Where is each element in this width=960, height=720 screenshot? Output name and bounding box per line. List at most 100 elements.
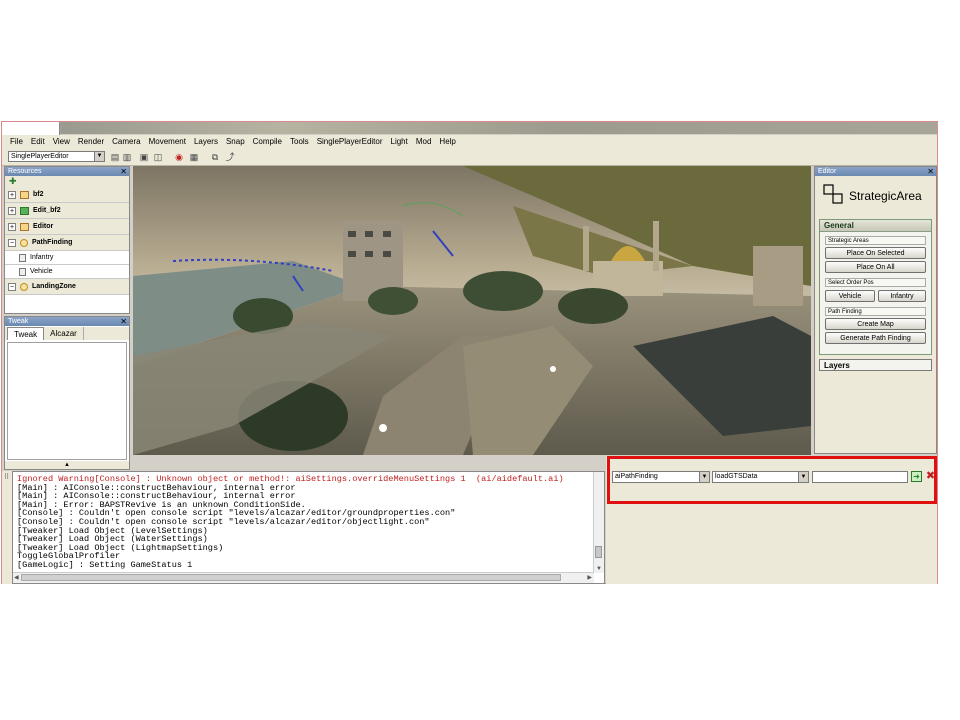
editor-mode-value: SinglePlayerEditor — [11, 153, 69, 160]
3d-viewport[interactable] — [133, 166, 811, 455]
console-line: [GameLogic] : Setting GameStatus 1 — [17, 559, 193, 570]
tree-item-label: PathFinding — [32, 239, 73, 246]
menu-snap[interactable]: Snap — [222, 135, 249, 149]
resources-panel-title: Resources — [8, 168, 42, 175]
expand-icon[interactable]: − — [8, 238, 16, 247]
path-finding-label: Path Finding — [825, 307, 926, 316]
menu-singleplayereditor[interactable]: SinglePlayerEditor — [313, 135, 387, 149]
resources-tree: ✚ + bf2 + Edit_bf2 + Editor − PathFinding Infant… — [5, 176, 129, 295]
console-gutter: ⠿ — [2, 471, 12, 584]
tree-item-vehicle[interactable]: Vehicle — [5, 265, 129, 279]
expand-icon[interactable]: − — [8, 282, 16, 291]
tree-item-label: Infantry — [30, 254, 54, 261]
editor-panel-header: Editor ✕ — [815, 167, 936, 176]
scroll-thumb[interactable] — [21, 574, 561, 581]
general-section: General Strategic Areas Place On Selecte… — [819, 219, 932, 355]
expand-icon[interactable]: + — [8, 222, 16, 231]
new-file-icon[interactable]: ▤ — [110, 152, 120, 162]
resources-tree-list: + bf2 + Edit_bf2 + Editor − PathFinding Infantry… — [5, 187, 129, 295]
menu-bar: File Edit View Render Camera Movement Layers Sn… — [2, 135, 937, 149]
menu-layers[interactable]: Layers — [190, 135, 222, 149]
place-on-all-button[interactable]: Place On All — [825, 261, 926, 273]
close-icon[interactable]: ✕ — [120, 167, 127, 176]
strategic-areas-label: Strategic Areas — [825, 236, 926, 245]
menu-mod[interactable]: Mod — [412, 135, 436, 149]
open-file-icon[interactable]: ▥ — [122, 152, 132, 162]
select-order-pos-label: Select Order Pos — [825, 278, 926, 287]
create-map-button[interactable]: Create Map — [825, 318, 926, 330]
tree-item-pathfinding[interactable]: − PathFinding — [5, 235, 129, 251]
console-output[interactable]: Ignored Warning[Console] : Unknown objec… — [12, 471, 605, 584]
transform-icon[interactable]: ⧉ — [210, 152, 220, 162]
menu-camera[interactable]: Camera — [108, 135, 144, 149]
console-horizontal-scrollbar[interactable]: ◀ ▶ — [13, 572, 594, 583]
tweak-panel: Tweak ✕ Tweak Alcazar ▲ — [4, 316, 130, 470]
tweak-tabs: Tweak Alcazar — [5, 327, 129, 340]
tweak-panel-header: Tweak ✕ — [5, 317, 129, 326]
tree-item-label: Edit_bf2 — [33, 207, 61, 214]
save-icon[interactable]: ▣ — [139, 152, 149, 162]
curve-icon[interactable]: ⤴ — [225, 152, 235, 162]
place-on-selected-button[interactable]: Place On Selected — [825, 247, 926, 259]
doc-icon — [19, 267, 26, 276]
expand-icon[interactable]: + — [8, 190, 16, 199]
folder-icon — [20, 222, 29, 231]
menu-help[interactable]: Help — [435, 135, 459, 149]
scroll-left-icon[interactable]: ◀ — [14, 574, 19, 581]
circle-icon — [20, 282, 28, 291]
grip-icon[interactable]: ⠿ — [4, 473, 9, 481]
highlight-box — [607, 456, 937, 504]
tree-item-bf2[interactable]: + bf2 — [5, 187, 129, 203]
menu-file[interactable]: File — [2, 135, 27, 149]
tab-tweak[interactable]: Tweak — [7, 327, 45, 340]
editor-mode-select[interactable]: SinglePlayerEditor ▼ — [8, 151, 105, 162]
menu-light[interactable]: Light — [387, 135, 412, 149]
strategic-area-icon — [823, 184, 843, 204]
resources-panel-header: Resources ✕ — [5, 167, 129, 176]
tweak-panel-title: Tweak — [8, 318, 29, 325]
tree-item-edit_bf2[interactable]: + Edit_bf2 — [5, 203, 129, 219]
menu-compile[interactable]: Compile — [249, 135, 286, 149]
general-header[interactable]: General — [820, 220, 931, 232]
tree-item-infantry[interactable]: Infantry — [5, 251, 129, 265]
tree-item-label: Vehicle — [30, 268, 53, 275]
tree-item-editor[interactable]: + Editor — [5, 219, 129, 235]
doc-icon — [19, 253, 26, 262]
generate-path-finding-button[interactable]: Generate Path Finding — [825, 332, 926, 344]
add-resource-icon[interactable]: ✚ — [5, 176, 129, 187]
tree-item-label: LandingZone — [32, 283, 76, 290]
console-lines: Ignored Warning[Console] : Unknown objec… — [17, 475, 593, 570]
close-icon[interactable]: ✕ — [120, 317, 127, 326]
object-name: StrategicArea — [849, 189, 922, 203]
menu-tools[interactable]: Tools — [286, 135, 313, 149]
scroll-thumb[interactable] — [595, 546, 602, 558]
tab-alcazar[interactable]: Alcazar — [44, 327, 84, 340]
layers-section[interactable]: Layers — [819, 359, 932, 371]
grid-icon[interactable]: ▦ — [189, 152, 199, 162]
tree-item-landingzone[interactable]: − LandingZone — [5, 279, 129, 295]
tree-item-label: Editor — [33, 223, 54, 230]
expand-icon[interactable]: + — [8, 206, 16, 215]
tree-item-label: bf2 — [33, 191, 44, 198]
circle-icon — [20, 238, 28, 247]
window-tab — [2, 122, 60, 135]
console-vertical-scrollbar[interactable]: ▼ — [593, 472, 604, 573]
vehicle-button[interactable]: Vehicle — [825, 290, 875, 302]
editor-panel-title: Editor — [818, 168, 837, 175]
menu-edit[interactable]: Edit — [27, 135, 49, 149]
record-icon[interactable]: ◉ — [174, 152, 184, 162]
green-box-icon — [20, 206, 29, 215]
folder-icon — [20, 190, 29, 199]
menu-movement[interactable]: Movement — [145, 135, 190, 149]
scroll-down-icon[interactable]: ▼ — [596, 566, 602, 572]
menu-view[interactable]: View — [49, 135, 74, 149]
window-title-strip — [2, 122, 937, 134]
menu-render[interactable]: Render — [74, 135, 108, 149]
scroll-right-icon[interactable]: ▶ — [587, 574, 592, 581]
infantry-button[interactable]: Infantry — [878, 290, 926, 302]
chevron-down-icon[interactable]: ▼ — [94, 152, 104, 161]
save-all-icon[interactable]: ◫ — [153, 152, 163, 162]
close-icon[interactable]: ✕ — [927, 167, 934, 176]
scroll-up-icon[interactable]: ▲ — [5, 461, 129, 469]
resources-panel: Resources ✕ ✚ + bf2 + Edit_bf2 + Editor − PathF… — [4, 166, 130, 314]
